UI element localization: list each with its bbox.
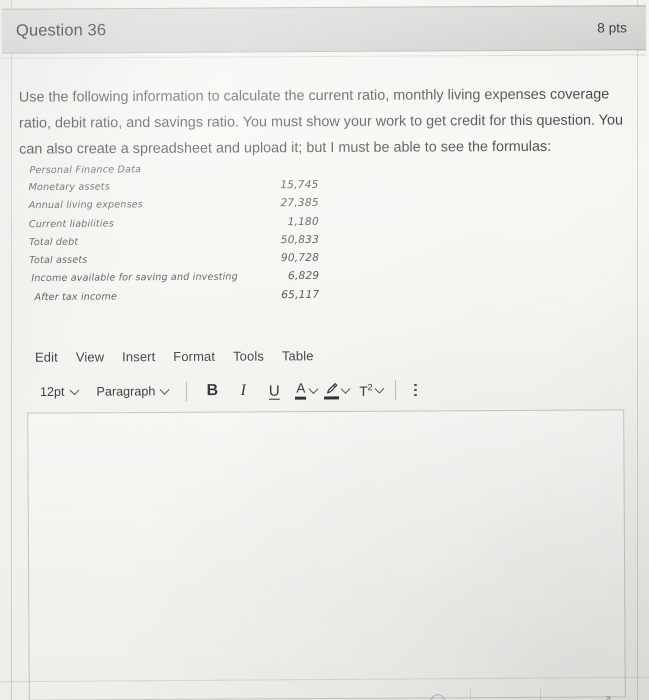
table-row: Total debt 50,833 — [29, 234, 319, 255]
chevron-down-icon — [70, 387, 78, 395]
table-row: Monetary assets 15,745 — [29, 179, 319, 200]
highlighter-pen-icon — [324, 382, 339, 399]
table-row: Income available for saving and investin… — [29, 270, 319, 291]
text-color-icon: A — [294, 381, 307, 400]
row-label: Monetary assets — [28, 181, 110, 194]
row-value: 1,180 — [287, 215, 319, 228]
question-points-badge: 8 pts — [597, 20, 628, 36]
menu-item-insert[interactable]: Insert — [121, 347, 156, 366]
editor-toolbar: 12pt Paragraph B I U A T2 — [36, 378, 425, 404]
menu-item-edit[interactable]: Edit — [34, 348, 59, 367]
row-value: 6,829 — [287, 270, 320, 283]
resize-handle-icon[interactable]: ↗ — [600, 691, 613, 700]
table-row: Annual living expenses 27,385 — [29, 197, 319, 218]
accessibility-checker-icon[interactable]: ◯ — [430, 692, 446, 700]
question-header: Question 36 8 pts — [1, 5, 647, 54]
status-bar-tick — [470, 689, 471, 700]
menu-item-view[interactable]: View — [75, 347, 105, 366]
header-divider — [2, 54, 646, 59]
row-value: 50,833 — [280, 233, 320, 247]
menu-item-tools[interactable]: Tools — [232, 347, 265, 366]
chevron-down-icon[interactable] — [342, 385, 350, 393]
chevron-down-icon[interactable] — [310, 386, 318, 394]
row-value: 27,385 — [280, 197, 319, 210]
superscript-letter: T — [359, 383, 368, 399]
toolbar-divider — [394, 380, 396, 401]
chevron-down-icon — [161, 386, 169, 394]
superscript-exponent: 2 — [367, 381, 373, 392]
font-size-value: 12pt — [39, 384, 65, 399]
font-size-select[interactable]: 12pt — [36, 382, 85, 402]
question-prompt-text: Use the following information to calcula… — [18, 86, 623, 158]
row-label: Current liabilities — [28, 218, 114, 230]
block-format-select[interactable]: Paragraph — [92, 381, 175, 401]
editor-menubar: Edit View Insert Format Tools Table — [34, 346, 315, 366]
superscript-button[interactable]: T2 — [359, 381, 384, 399]
toolbar-divider — [186, 381, 188, 402]
highlight-color-button[interactable] — [324, 382, 350, 399]
editor-status-bar-peek: ◯ ↗ ·· — [0, 674, 649, 700]
card-right-edge — [637, 0, 638, 700]
question-title: Question 36 — [15, 21, 107, 40]
personal-finance-data-table: Personal Finance Data Monetary assets 15… — [28, 163, 320, 310]
underline-button[interactable]: U — [260, 379, 288, 403]
status-bar-divider — [0, 676, 649, 683]
row-label: Total debt — [29, 236, 79, 249]
editor-content-area[interactable] — [27, 409, 626, 700]
table-row: Current liabilities 1,180 — [29, 215, 319, 236]
table-row: Total assets 90,728 — [29, 252, 319, 273]
finance-table-caption: Personal Finance Data — [29, 164, 142, 177]
card-left-edge — [11, 0, 12, 700]
menu-item-table[interactable]: Table — [281, 346, 315, 365]
row-value: 65,117 — [281, 288, 320, 301]
row-label: Total assets — [29, 254, 88, 267]
superscript-icon: T2 — [359, 381, 373, 399]
chevron-down-icon[interactable] — [376, 385, 384, 393]
italic-button[interactable]: I — [226, 379, 260, 403]
row-label: Annual living expenses — [28, 199, 143, 212]
status-bar-dots-icon: ·· — [627, 694, 638, 700]
table-row: After tax income 65,117 — [29, 289, 319, 310]
row-label: After tax income — [34, 291, 118, 303]
row-value: 90,728 — [280, 252, 320, 265]
row-label: Income available for saving and investin… — [31, 271, 238, 285]
bold-button[interactable]: B — [198, 379, 226, 403]
menu-item-format[interactable]: Format — [172, 347, 216, 366]
block-format-value: Paragraph — [96, 384, 156, 399]
question-page: Question 36 8 pts Use the following info… — [0, 0, 649, 700]
row-value: 15,745 — [280, 178, 319, 192]
status-bar-tick — [540, 689, 541, 700]
text-color-button[interactable]: A — [294, 381, 318, 400]
more-options-kebab-icon[interactable] — [407, 378, 425, 402]
